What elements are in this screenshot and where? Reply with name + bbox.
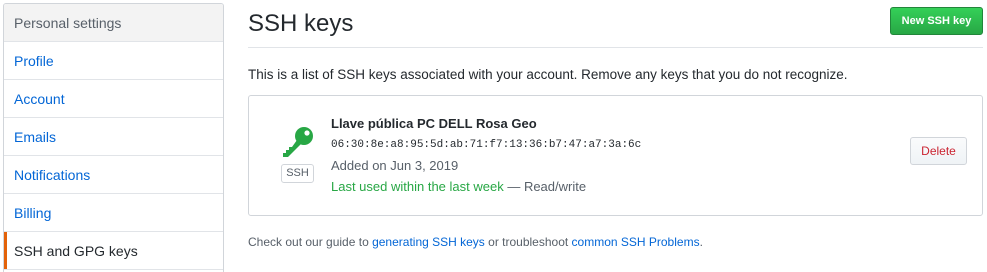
delete-key-button[interactable]: Delete (910, 137, 967, 165)
key-last-used: Last used within the last week — Read/wr… (331, 179, 586, 194)
settings-sidebar: Personal settings Profile Account Emails… (3, 3, 224, 272)
key-added-date: Added on Jun 3, 2019 (331, 158, 459, 173)
sidebar-item-account[interactable]: Account (4, 80, 223, 118)
sidebar-item-profile[interactable]: Profile (4, 42, 223, 80)
ssh-type-badge: SSH (281, 164, 314, 183)
keys-description: This is a list of SSH keys associated wi… (248, 67, 848, 82)
sidebar-item-ssh-gpg-keys[interactable]: SSH and GPG keys (4, 232, 223, 270)
sidebar-header: Personal settings (4, 4, 223, 42)
common-ssh-problems-link[interactable]: common SSH Problems (572, 235, 700, 249)
title-divider (248, 47, 983, 48)
ssh-key-item: SSH Llave pública PC DELL Rosa Geo 06:30… (248, 95, 983, 216)
new-ssh-key-button[interactable]: New SSH key (890, 7, 983, 35)
sidebar-item-emails[interactable]: Emails (4, 118, 223, 156)
footer-prefix: Check out our guide to (248, 235, 373, 249)
sidebar-item-billing[interactable]: Billing (4, 194, 223, 232)
key-icon (280, 126, 316, 158)
key-fingerprint: 06:30:8e:a8:95:5d:ab:71:f7:13:36:b7:47:a… (331, 139, 642, 151)
key-last-used-text: Last used within the last week (331, 179, 504, 194)
key-title: Llave pública PC DELL Rosa Geo (331, 116, 537, 131)
sidebar-item-notifications[interactable]: Notifications (4, 156, 223, 194)
generating-ssh-keys-link[interactable]: generating SSH keys (372, 235, 485, 249)
key-access-level: — Read/write (503, 179, 587, 194)
footer-help-text: Check out our guide to generating SSH ke… (248, 235, 703, 249)
footer-suffix: . (699, 235, 703, 249)
page-title: SSH keys (248, 10, 354, 37)
footer-middle: or troubleshoot (484, 235, 572, 249)
